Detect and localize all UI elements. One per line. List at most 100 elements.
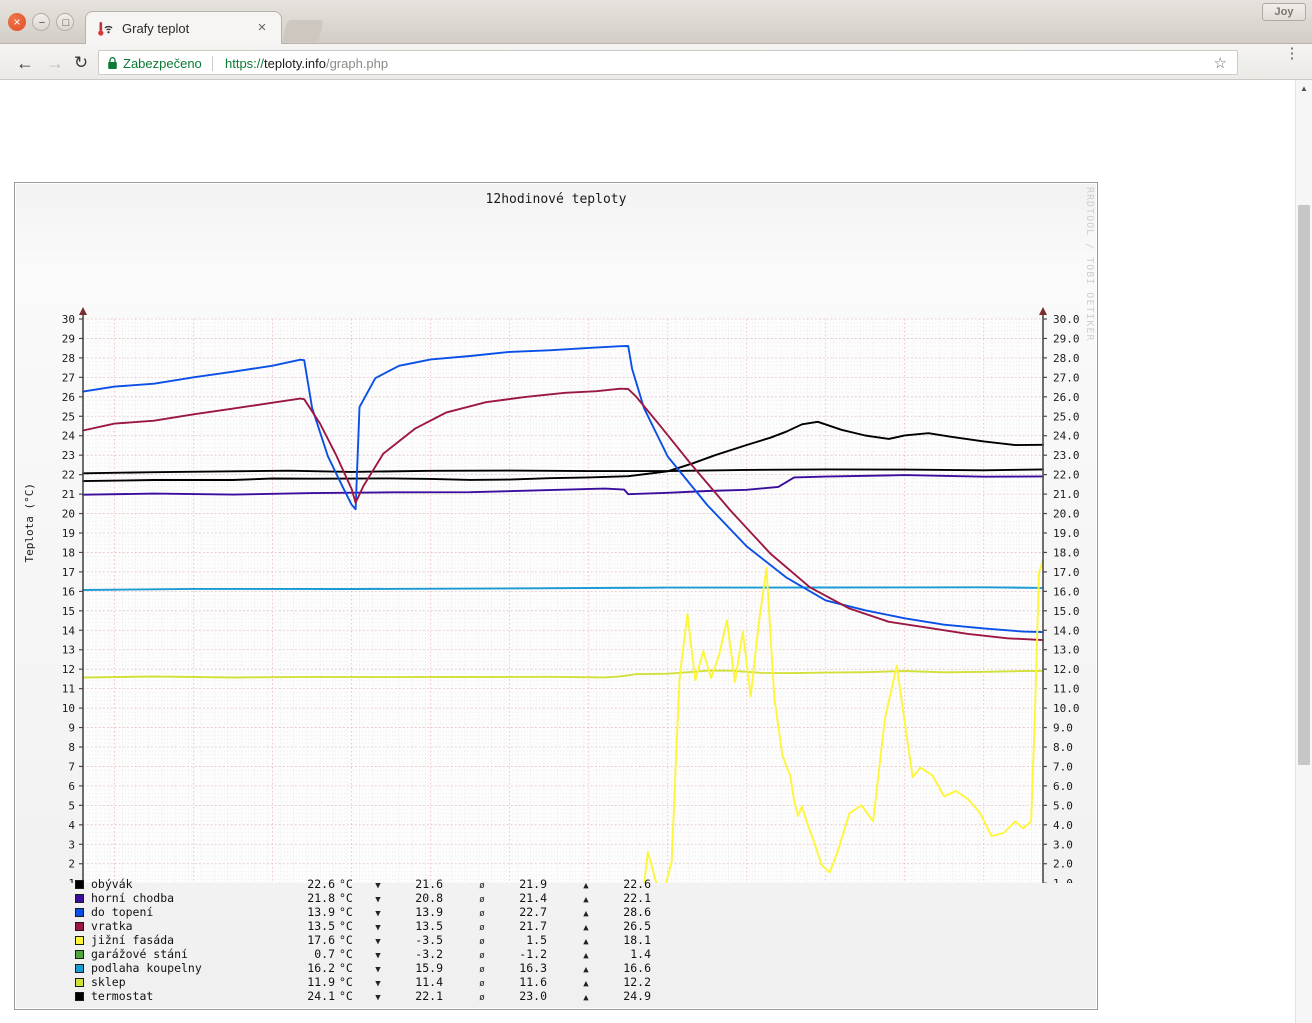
browser-toolbar: ← → ↻ Zabezpečeno https://teploty.info/g… [0, 44, 1312, 80]
minimize-icon: − [33, 14, 51, 32]
y-tick-label-right: 2.0 [1053, 858, 1073, 871]
legend-avg-value: 21.9 [495, 877, 547, 891]
legend-avg-value: 11.6 [495, 975, 547, 989]
y-tick-label-left: 3 [68, 838, 75, 851]
legend-max-value: 26.5 [599, 919, 651, 933]
legend-color-swatch [75, 950, 84, 959]
legend-color-swatch [75, 894, 84, 903]
y-tick-label-left: 18 [62, 546, 75, 559]
page-scrollbar[interactable]: ▲ [1295, 80, 1312, 1023]
y-axis-left-ticks: 3029282726252423222120191817161514131211… [62, 313, 83, 883]
window-close-button[interactable]: × [8, 13, 26, 31]
legend-max-value: 24.9 [599, 989, 651, 1003]
legend-min-value: 15.9 [391, 961, 443, 975]
legend-color-swatch [75, 992, 84, 1001]
y-tick-label-right: 6.0 [1053, 780, 1073, 793]
y-axis-left-arrow-icon [79, 307, 87, 315]
y-axis-right-ticks: 30.029.028.027.026.025.024.023.022.021.0… [1043, 313, 1080, 883]
omnibox-separator [212, 56, 213, 71]
legend-row: jižní fasáda17.6°C▼-3.5ø1.5▲18.1 [75, 933, 651, 947]
y-tick-label-left: 10 [62, 702, 75, 715]
legend-series-name: horní chodba [91, 891, 263, 905]
legend-max-icon: ▲ [573, 991, 599, 1005]
legend-current-value: 13.5 [263, 919, 335, 933]
window-minimize-button[interactable]: − [32, 13, 50, 31]
close-icon: × [8, 13, 26, 31]
browser-tab[interactable]: Grafy teplot × [85, 11, 282, 44]
legend-color-swatch [75, 964, 84, 973]
legend-max-value: 22.6 [599, 877, 651, 891]
y-tick-label-right: 25.0 [1053, 410, 1080, 423]
scrollbar-thumb[interactable] [1298, 205, 1310, 765]
y-tick-label-left: 19 [62, 527, 75, 540]
browser-menu-icon[interactable]: ⋮ [1282, 50, 1302, 74]
legend-row: vratka13.5°C▼13.5ø21.7▲26.5 [75, 919, 651, 933]
legend-min-value: -3.2 [391, 947, 443, 961]
thermometer-wifi-icon [97, 20, 115, 38]
y-tick-label-left: 26 [62, 391, 75, 404]
legend-min-value: -3.5 [391, 933, 443, 947]
tab-title: Grafy teplot [122, 20, 242, 38]
y-tick-label-right: 3.0 [1053, 838, 1073, 851]
y-tick-label-right: 7.0 [1053, 760, 1073, 773]
y-tick-label-right: 21.0 [1053, 488, 1080, 501]
plot-background [83, 319, 1043, 883]
legend-row: sklep11.9°C▼11.4ø11.6▲12.2 [75, 975, 651, 989]
legend-current-value: 13.9 [263, 905, 335, 919]
legend-current-value: 17.6 [263, 933, 335, 947]
legend-row: podlaha koupelny16.2°C▼15.9ø16.3▲16.6 [75, 961, 651, 975]
y-tick-label-right: 24.0 [1053, 430, 1080, 443]
y-tick-label-left: 14 [62, 624, 76, 637]
joy-button[interactable]: Joy [1262, 3, 1306, 21]
y-tick-label-right: 8.0 [1053, 741, 1073, 754]
legend-current-value: 24.1 [263, 989, 335, 1003]
back-button[interactable]: ← [14, 52, 36, 74]
y-axis-right-arrow-icon [1039, 307, 1047, 315]
legend-row: do topení13.9°C▼13.9ø22.7▲28.6 [75, 905, 651, 919]
page-viewport: 12hodinové teploty RRDTOOL / TOBI OETIKE… [0, 80, 1295, 1023]
legend-series-name: garážové stání [91, 947, 263, 961]
legend-unit: °C [335, 891, 365, 905]
legend-row: garážové stání0.7°C▼-3.2ø-1.2▲1.4 [75, 947, 651, 961]
legend-unit: °C [335, 905, 365, 919]
legend-avg-value: 1.5 [495, 933, 547, 947]
legend-avg-icon: ø [469, 991, 495, 1005]
y-tick-label-left: 12 [62, 663, 75, 676]
y-tick-label-right: 4.0 [1053, 819, 1073, 832]
y-tick-label-left: 6 [68, 780, 75, 793]
reload-button[interactable]: ↻ [70, 52, 92, 74]
title-bar: × − □ Grafy teplot × Joy [0, 0, 1312, 44]
scroll-up-arrow-icon[interactable]: ▲ [1296, 80, 1312, 97]
bookmark-star-icon[interactable]: ☆ [1214, 55, 1227, 72]
y-tick-label-right: 1.0 [1053, 877, 1073, 883]
legend-color-swatch [75, 922, 84, 931]
address-bar[interactable]: Zabezpečeno https://teploty.info/graph.p… [98, 50, 1238, 75]
y-tick-label-left: 28 [62, 352, 75, 365]
legend-unit: °C [335, 877, 365, 891]
chart-legend: obývák22.6°C▼21.6ø21.9▲22.6horní chodba2… [75, 877, 651, 1003]
tab-close-button[interactable]: × [253, 19, 271, 37]
legend-series-name: sklep [91, 975, 263, 989]
y-tick-label-left: 29 [62, 332, 75, 345]
y-tick-label-right: 12.0 [1053, 663, 1080, 676]
legend-avg-value: 16.3 [495, 961, 547, 975]
temperature-plot[interactable]: 3029282726252423222120191817161514131211… [15, 183, 1099, 883]
legend-series-name: jižní fasáda [91, 933, 263, 947]
y-tick-label-right: 11.0 [1053, 683, 1080, 696]
lock-icon [107, 56, 118, 70]
legend-color-swatch [75, 936, 84, 945]
legend-unit: °C [335, 947, 365, 961]
y-tick-label-right: 29.0 [1053, 332, 1080, 345]
y-tick-label-left: 23 [62, 449, 75, 462]
legend-series-name: do topení [91, 905, 263, 919]
maximize-icon: □ [57, 14, 75, 32]
window-maximize-button[interactable]: □ [56, 13, 74, 31]
y-tick-label-left: 9 [68, 722, 75, 735]
y-tick-label-left: 17 [62, 566, 75, 579]
legend-max-value: 12.2 [599, 975, 651, 989]
new-tab-button[interactable] [282, 20, 323, 42]
legend-color-swatch [75, 880, 84, 889]
forward-button[interactable]: → [44, 52, 66, 74]
url-scheme: https:// [225, 56, 264, 71]
legend-series-name: podlaha koupelny [91, 961, 263, 975]
